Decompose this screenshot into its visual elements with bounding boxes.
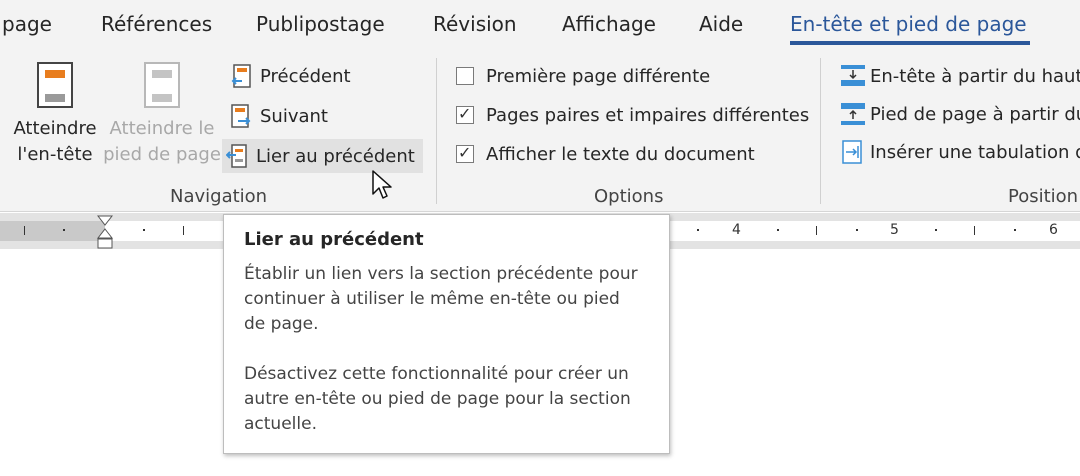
tooltip-line: Établir un lien vers la section précéden… (244, 264, 638, 284)
tab-review[interactable]: Révision (433, 12, 517, 36)
group-separator (820, 58, 821, 204)
different-odd-even-option[interactable]: ✓ Pages paires et impaires différentes (456, 99, 809, 131)
tab-help[interactable]: Aide (699, 12, 743, 36)
tooltip-description: Établir un lien vers la section précéden… (244, 262, 649, 437)
different-first-page-label: Première page différente (486, 65, 711, 87)
checkmark-icon: ✓ (458, 143, 472, 162)
tooltip-line: actuelle. (244, 414, 317, 434)
previous-button[interactable]: Précédent (226, 59, 359, 93)
indent-marker-icon[interactable] (96, 215, 114, 249)
ruler-number: 6 (1049, 222, 1058, 238)
tab-mailings[interactable]: Publipostage (256, 12, 385, 36)
footer-from-bottom-label: Pied de page à partir du (870, 103, 1080, 125)
show-document-text-option[interactable]: ✓ Afficher le texte du document (456, 138, 755, 170)
ruler-tick (935, 229, 937, 231)
ruler-number: 5 (890, 222, 899, 238)
insert-alignment-tab-button[interactable]: Insérer une tabulation d (836, 135, 1080, 169)
next-button[interactable]: Suivant (226, 99, 336, 133)
next-icon (230, 104, 252, 128)
goto-footer-label-1: Atteindre le (109, 118, 215, 139)
ruler-tick (974, 226, 975, 235)
footer-from-bottom-control[interactable]: Pied de page à partir du (836, 97, 1080, 131)
goto-footer-label-2: pied de page (103, 144, 221, 165)
footer-position-icon (840, 102, 865, 126)
goto-footer-button[interactable]: Atteindre le pied de page (102, 62, 222, 168)
ruler-tick (183, 226, 184, 235)
tooltip-line: continuer à utiliser le même en-tête ou … (244, 289, 620, 309)
header-from-top-control[interactable]: En-tête à partir du haut (836, 59, 1080, 93)
checkmark-icon: ✓ (458, 104, 472, 123)
different-odd-even-label: Pages paires et impaires différentes (486, 104, 810, 126)
link-previous-icon (225, 144, 248, 168)
next-label: Suivant (260, 105, 328, 127)
previous-icon (230, 64, 252, 88)
show-document-text-label: Afficher le texte du document (486, 143, 755, 165)
goto-header-button[interactable]: Atteindre l'en-tête (10, 62, 100, 168)
navigation-group-label: Navigation (170, 186, 268, 207)
ribbon-tab-bar: page Références Publipostage Révision Af… (0, 0, 1080, 52)
tooltip-line: de page. (244, 314, 319, 334)
different-first-page-option[interactable]: Première page différente (456, 60, 710, 92)
options-group-label: Options (594, 186, 664, 207)
ruler-tick (816, 226, 817, 235)
tooltip-link-previous: Lier au précédent Établir un lien vers l… (223, 214, 670, 454)
previous-label: Précédent (260, 65, 351, 87)
ruler-tick (143, 229, 145, 231)
header-position-icon (840, 64, 865, 88)
link-previous-label: Lier au précédent (256, 145, 415, 167)
different-first-page-checkbox[interactable] (456, 67, 474, 85)
tooltip-title: Lier au précédent (244, 229, 424, 250)
ruler-tick (777, 229, 779, 231)
tab-view[interactable]: Affichage (562, 12, 656, 36)
ruler-margin-area (0, 221, 105, 241)
alignment-tab-icon (840, 140, 862, 164)
insert-alignment-tab-label: Insérer une tabulation d (870, 141, 1080, 163)
mouse-cursor-icon (372, 170, 394, 202)
tooltip-line: Désactivez cette fonctionnalité pour cré… (244, 364, 629, 384)
header-from-top-label: En-tête à partir du haut (870, 65, 1080, 87)
ruler-number: 4 (732, 222, 741, 238)
ruler-tick (1014, 229, 1016, 231)
ruler-tick (63, 229, 65, 231)
ruler-tick (24, 226, 25, 235)
tooltip-line: autre en-tête ou pied de page pour la se… (244, 389, 631, 409)
group-separator (436, 58, 437, 204)
link-to-previous-button[interactable]: Lier au précédent (222, 139, 423, 173)
goto-header-label-1: Atteindre (13, 118, 97, 139)
header-page-icon (37, 62, 73, 108)
different-odd-even-checkbox[interactable]: ✓ (456, 104, 474, 124)
tab-header-footer[interactable]: En-tête et pied de page (790, 12, 1027, 36)
goto-header-label-2: l'en-tête (17, 144, 93, 165)
tab-page-layout[interactable]: page (2, 12, 52, 36)
active-tab-indicator (790, 41, 1030, 45)
ribbon: Atteindre l'en-tête Atteindre le pied de… (0, 52, 1080, 212)
ruler-tick (856, 229, 858, 231)
ruler-tick (697, 229, 699, 231)
show-document-text-checkbox[interactable]: ✓ (456, 143, 474, 163)
footer-page-icon (144, 62, 180, 108)
tab-references[interactable]: Références (101, 12, 212, 36)
position-group-label: Position (1008, 186, 1079, 207)
